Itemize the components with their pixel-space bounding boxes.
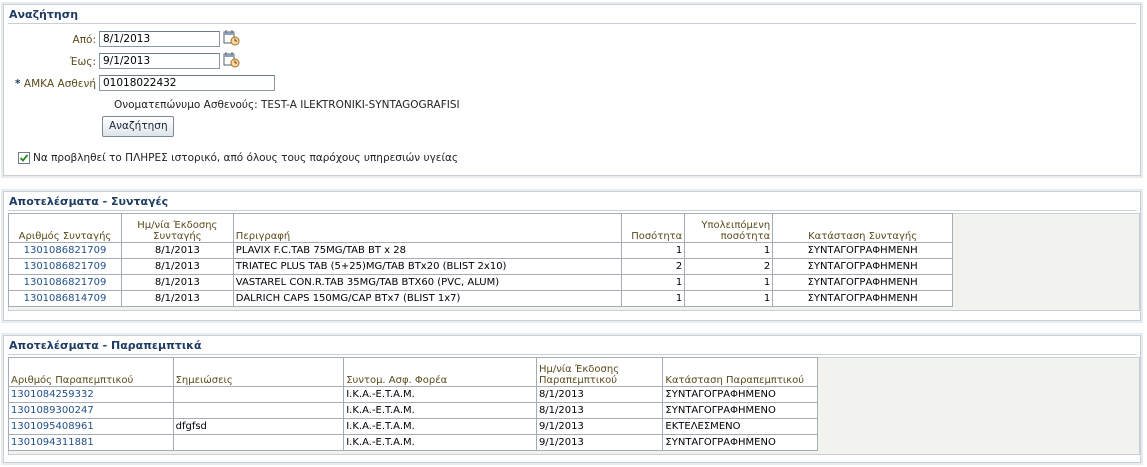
table-cell-description: VASTAREL CON.R.TAB 35MG/TAB BTX60 (PVC, …	[232, 274, 623, 291]
table-cell-status: ΣΥΝΤΑΓΟΓΡΑΦΗΜΕΝΗ	[772, 242, 953, 259]
col-header-quantity[interactable]: Ποσότητα	[621, 213, 686, 243]
table-row: 1301095408961 dfgfsd I.K.A.-E.T.A.M. 9/1…	[8, 418, 818, 435]
prescriptions-table: Αριθμός Συνταγής Ημ/νία Έκδοσης Συνταγής…	[8, 213, 953, 307]
search-panel: Αναζήτηση Από: Έως: * ΑΜΚΑ Ασθενή Ονοματ…	[3, 4, 1141, 176]
search-button[interactable]: Αναζήτηση	[102, 116, 174, 137]
table-row: 1301086821709 8/1/2013 TRIATEC PLUS TAB …	[8, 258, 953, 275]
table-cell-insurer: I.K.A.-E.T.A.M.	[343, 434, 537, 451]
divider	[8, 23, 1136, 24]
table-cell-date: 8/1/2013	[120, 274, 234, 291]
table-cell-date: 9/1/2013	[535, 434, 664, 451]
table-cell-date: 8/1/2013	[535, 386, 664, 403]
amka-input[interactable]	[99, 75, 275, 91]
col-header-number[interactable]: Αριθμός Συνταγής	[8, 213, 122, 243]
table-cell-remaining: 2	[684, 258, 774, 275]
col-header-date-line2: Συνταγής	[153, 231, 202, 242]
col-header-remaining-line2: ποσότητα	[720, 231, 771, 242]
col-header-date-line1: Ημ/νία Έκδοσης	[137, 220, 218, 231]
prescription-number-link[interactable]: 1301086821709	[24, 277, 107, 288]
table-cell-date: 8/1/2013	[535, 402, 664, 419]
table-cell-status: ΣΥΝΤΑΓΟΓΡΑΦΗΜΕΝΟ	[662, 386, 818, 403]
table-cell-status: ΕΚΤΕΛΕΣΜΕΝΟ	[662, 418, 818, 435]
col-header-referral-date-line1: Ημ/νία Έκδοσης	[538, 364, 620, 375]
table-cell-quantity: 1	[621, 242, 686, 259]
table-cell-date: 8/1/2013	[120, 290, 234, 307]
col-header-description[interactable]: Περιγραφή	[232, 213, 623, 243]
table-row: 1301084259332 I.K.A.-E.T.A.M. 8/1/2013 Σ…	[8, 386, 818, 403]
table-cell-date: 9/1/2013	[535, 418, 664, 435]
col-header-date[interactable]: Ημ/νία Έκδοσης Συνταγής	[120, 213, 234, 243]
table-cell-quantity: 2	[621, 258, 686, 275]
table-row: 1301086814709 8/1/2013 DALRICH CAPS 150M…	[8, 290, 953, 307]
table-cell-description: PLAVIX F.C.TAB 75MG/TAB BT x 28	[232, 242, 623, 259]
table-cell-remaining: 1	[684, 242, 774, 259]
prescriptions-title: Αποτελέσματα - Συνταγές	[9, 195, 169, 208]
table-cell-status: ΣΥΝΤΑΓΟΓΡΑΦΗΜΕΝΗ	[772, 290, 953, 307]
col-header-status[interactable]: Κατάσταση Συνταγής	[772, 213, 953, 243]
col-header-referral-date-line2: Παραπεμπτικού	[538, 375, 617, 386]
col-header-remaining-line1: Υπολειπόμενη	[701, 220, 771, 231]
prescription-number-link[interactable]: 1301086814709	[24, 293, 107, 304]
table-cell-description: TRIATEC PLUS TAB (5+25)MG/TAB BTx20 (BLI…	[232, 258, 623, 275]
table-cell-notes	[172, 402, 345, 419]
full-history-checkbox[interactable]	[18, 152, 30, 164]
amka-label-text: ΑΜΚΑ Ασθενή	[23, 78, 96, 90]
table-cell-date: 8/1/2013	[120, 242, 234, 259]
table-cell-description: DALRICH CAPS 150MG/CAP BTx7 (BLIST 1x7)	[232, 290, 623, 307]
prescription-number-link[interactable]: 1301086821709	[24, 245, 107, 256]
table-row: 1301089300247 I.K.A.-E.T.A.M. 8/1/2013 Σ…	[8, 402, 818, 419]
table-cell-quantity: 1	[621, 274, 686, 291]
table-cell-notes	[172, 434, 345, 451]
table-cell-notes: dfgfsd	[172, 418, 345, 435]
to-date-input[interactable]	[99, 53, 220, 69]
from-date-input[interactable]	[99, 31, 220, 47]
table-cell-status: ΣΥΝΤΑΓΟΓΡΑΦΗΜΕΝΗ	[772, 258, 953, 275]
table-cell-date: 8/1/2013	[120, 258, 234, 275]
table-cell-status: ΣΥΝΤΑΓΟΓΡΑΦΗΜΕΝΟ	[662, 434, 818, 451]
table-row: 1301094311881 I.K.A.-E.T.A.M. 9/1/2013 Σ…	[8, 434, 818, 451]
table-cell-status: ΣΥΝΤΑΓΟΓΡΑΦΗΜΕΝΗ	[772, 274, 953, 291]
prescription-number-link[interactable]: 1301086821709	[24, 261, 107, 272]
referral-number-link[interactable]: 1301094311881	[11, 437, 94, 448]
search-panel-title: Αναζήτηση	[9, 8, 79, 21]
calendar-icon[interactable]	[223, 51, 240, 68]
table-cell-quantity: 1	[621, 290, 686, 307]
patient-name: Ονοματεπώνυμο Ασθενούς: TEST-A ILEKTRONI…	[114, 99, 460, 111]
table-cell-status: ΣΥΝΤΑΓΟΓΡΑΦΗΜΕΝΟ	[662, 402, 818, 419]
referral-number-link[interactable]: 1301084259332	[11, 389, 94, 400]
table-cell-insurer: I.K.A.-E.T.A.M.	[343, 386, 537, 403]
table-cell-notes	[172, 386, 345, 403]
col-header-insurer[interactable]: Συντομ. Ασφ. Φορέα	[343, 357, 537, 387]
col-header-referral-date[interactable]: Ημ/νία Έκδοσης Παραπεμπτικού	[535, 357, 664, 387]
checkmark-icon	[19, 154, 29, 162]
referrals-panel: Αποτελέσματα - Παραπεμπτικά Αριθμός Παρα…	[3, 335, 1141, 463]
required-marker: *	[15, 78, 21, 90]
amka-label: * ΑΜΚΑ Ασθενή	[12, 78, 96, 90]
table-cell-remaining: 1	[684, 274, 774, 291]
table-row: 1301086821709 8/1/2013 VASTAREL CON.R.TA…	[8, 274, 953, 291]
table-cell-insurer: I.K.A.-E.T.A.M.	[343, 402, 537, 419]
col-header-referral-status[interactable]: Κατάσταση Παραπεμπτικού	[662, 357, 818, 387]
divider	[8, 354, 1136, 355]
col-header-referral-number[interactable]: Αριθμός Παραπεμπτικού	[8, 357, 174, 387]
col-header-notes[interactable]: Σημειώσεις	[172, 357, 345, 387]
table-cell-remaining: 1	[684, 290, 774, 307]
to-date-label: Έως:	[69, 56, 96, 68]
calendar-icon[interactable]	[223, 29, 240, 46]
col-header-remaining[interactable]: Υπολειπόμενη ποσότητα	[684, 213, 774, 243]
table-cell-insurer: I.K.A.-E.T.A.M.	[343, 418, 537, 435]
full-history-label: Να προβληθεί το ΠΛΗΡΕΣ ιστορικό, από όλο…	[33, 152, 459, 164]
table-row: 1301086821709 8/1/2013 PLAVIX F.C.TAB 75…	[8, 242, 953, 259]
prescriptions-panel: Αποτελέσματα - Συνταγές Αριθμός Συνταγής…	[3, 191, 1141, 321]
divider	[8, 210, 1136, 211]
referrals-table: Αριθμός Παραπεμπτικού Σημειώσεις Συντομ.…	[8, 357, 818, 451]
referral-number-link[interactable]: 1301089300247	[11, 405, 94, 416]
referrals-title: Αποτελέσματα - Παραπεμπτικά	[9, 339, 202, 352]
referral-number-link[interactable]: 1301095408961	[11, 421, 94, 432]
from-date-label: Από:	[72, 34, 96, 46]
